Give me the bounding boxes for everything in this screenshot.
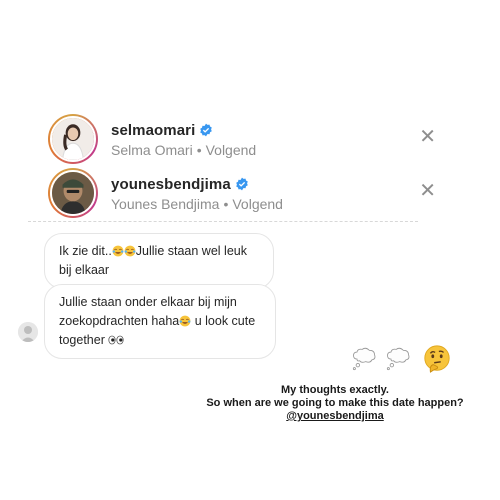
avatar-photo: [50, 116, 96, 162]
story-avatar[interactable]: [48, 114, 98, 164]
close-icon[interactable]: ✕: [419, 127, 436, 147]
tears-of-joy-emoji-icon: [179, 315, 191, 327]
sender-avatar: [18, 322, 38, 342]
message-text: Jullie staan onder elkaar bij mijn: [59, 295, 237, 309]
message-bubble[interactable]: Jullie staan onder elkaar bij mijn zoeko…: [44, 284, 276, 359]
mention-link[interactable]: @younesbendjima: [150, 410, 500, 423]
caption-line: So when are we going to make this date h…: [206, 397, 464, 409]
username[interactable]: selmaomari: [111, 122, 213, 139]
message-text: together: [59, 333, 105, 347]
separator-dot: •: [223, 196, 229, 212]
display-name: Younes Bendjima: [111, 196, 220, 212]
story-avatar[interactable]: [48, 168, 98, 218]
divider: [28, 221, 418, 222]
account-subline: Younes Bendjima • Volgend: [111, 196, 283, 212]
story-caption: My thoughts exactly. So when are we goin…: [150, 384, 500, 423]
follow-status: Volgend: [205, 142, 257, 158]
account-row-younesbendjima[interactable]: younesbendjima Younes Bendjima • Volgend ✕: [48, 168, 436, 224]
message-text: u look cute: [194, 314, 256, 328]
display-name: Selma Omari: [111, 142, 193, 158]
avatar-photo: [50, 170, 96, 216]
message-text: Jullie staan wel leuk: [135, 244, 247, 258]
message-text: zoekopdrachten haha: [59, 314, 180, 328]
reaction-emojis: [350, 344, 452, 374]
follow-status: Volgend: [232, 196, 283, 212]
thought-balloon-icon: [352, 347, 376, 371]
thought-balloon-icon: [386, 347, 410, 371]
close-icon[interactable]: ✕: [419, 181, 436, 201]
tears-of-joy-emoji-icon: [112, 245, 124, 257]
message-bubble[interactable]: Ik zie dit.. Jullie staan wel leuk bij el…: [44, 233, 274, 289]
caption-line: My thoughts exactly.: [281, 384, 389, 396]
message-text: Ik zie dit..: [59, 244, 112, 258]
tears-of-joy-emoji-icon: [124, 245, 136, 257]
verified-badge-icon: [235, 177, 248, 191]
thinking-face-icon: [424, 345, 450, 373]
account-row-selmaomari[interactable]: selmaomari Selma Omari • Volgend ✕: [48, 114, 436, 170]
username[interactable]: younesbendjima: [111, 176, 249, 193]
message-text: bij elkaar: [59, 263, 110, 277]
separator-dot: •: [196, 142, 202, 158]
account-subline: Selma Omari • Volgend: [111, 142, 256, 158]
verified-badge-icon: [200, 123, 213, 137]
eyes-emoji-icon: [108, 335, 124, 345]
